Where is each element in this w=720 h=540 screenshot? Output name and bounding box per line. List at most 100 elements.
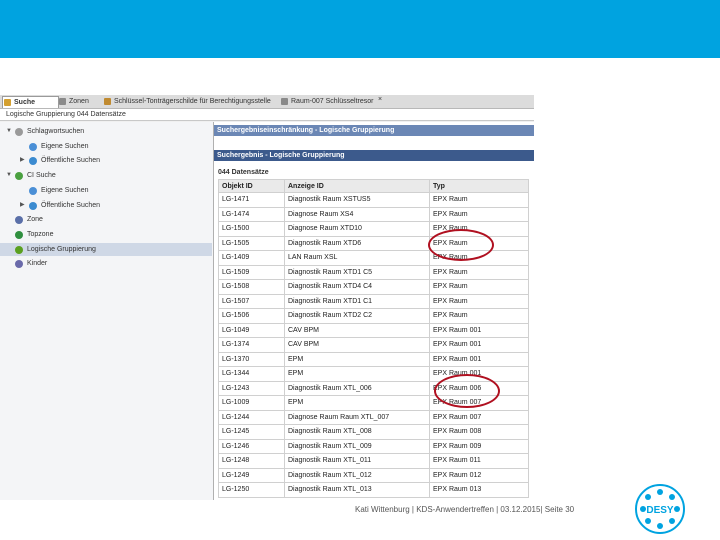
table-cell: EPX Raum 011 [429, 453, 529, 469]
tree-item[interactable]: ▼ CI Suche [0, 169, 212, 182]
table-cell: EPX Raum [429, 206, 529, 222]
highlight-circle [428, 229, 494, 261]
tree-item[interactable]: Eigene Suchen [0, 140, 212, 153]
header-band [0, 0, 720, 58]
tree-item-label: Logische Gruppierung [27, 245, 96, 253]
filter-header[interactable]: Suchergebniseinschränkung - Logische Gru… [214, 125, 534, 136]
table-cell: EPX Raum 009 [429, 438, 529, 454]
table-cell: LG-1370 [218, 351, 285, 367]
column-header[interactable]: Anzeige ID [284, 179, 430, 193]
table-row[interactable]: LG-1246 Diagnostik Raum XTL_009 EPX Raum 0… [218, 438, 529, 454]
table-row[interactable]: LG-1509 Diagnostik Raum XTD1 C5 EPX Raum [218, 264, 529, 280]
tree-item-label: Öffentliche Suchen [41, 201, 101, 209]
close-tab-icon[interactable]: × [378, 96, 382, 103]
tree-item-label: Kinder [27, 260, 48, 268]
table-cell: CAV BPM [284, 337, 430, 353]
table-cell: EPX Raum [429, 264, 529, 280]
table-cell: LG-1009 [218, 395, 285, 411]
table-row[interactable]: LG-1250 Diagnostik Raum XTL_013 EPX Raum 0… [218, 482, 529, 498]
tab-bar: Suche Zonen Schlüssel-Tonträgerschilde f… [0, 95, 534, 109]
table-cell: Diagnostik Raum XSTUS5 [284, 192, 430, 208]
tab-label: Zonen [69, 98, 89, 105]
tree-item[interactable]: ▼ Schlagwortsuchen [0, 125, 212, 138]
table-cell: LG-1049 [218, 322, 285, 338]
tree-node-icon [15, 245, 23, 254]
table-cell: LG-1471 [218, 192, 285, 208]
tree-item[interactable]: ▶ Öffentliche Suchen [0, 199, 212, 212]
record-count: 044 Datensätze [218, 169, 269, 176]
breadcrumb: Logische Gruppierung 044 Datensätze [0, 109, 534, 121]
table-cell: LG-1248 [218, 453, 285, 469]
tab-schluessel[interactable]: Schlüssel-Tonträgerschilde für Berechtig… [103, 96, 284, 107]
table-cell: LAN Raum XSL [284, 250, 430, 266]
table-cell: LG-1246 [218, 438, 285, 454]
tree-item-label: Eigene Suchen [41, 186, 89, 194]
expand-right-icon[interactable]: ▶ [20, 154, 25, 167]
table-cell: EPX Raum [429, 279, 529, 295]
results-table: Objekt ID Anzeige ID Typ LG-1471 Diagnost… [218, 179, 529, 498]
table-row[interactable]: LG-1244 Diagnose Raum Raum XTL_007 EPX Rau… [218, 409, 529, 425]
column-header[interactable]: Objekt ID [218, 179, 285, 193]
table-row[interactable]: LG-1474 Diagnose Raum XS4 EPX Raum [218, 206, 529, 222]
table-row[interactable]: LG-1248 Diagnostik Raum XTL_011 EPX Raum 0… [218, 453, 529, 469]
table-row[interactable]: LG-1507 Diagnostik Raum XTD1 C1 EPX Raum [218, 293, 529, 309]
table-row[interactable]: LG-1374 CAV BPM EPX Raum 001 [218, 337, 529, 353]
tree-item[interactable]: Kinder [0, 257, 212, 270]
table-cell: Diagnostik Raum XTL_013 [284, 482, 430, 498]
tree-node-icon [29, 186, 37, 195]
table-cell: LG-1505 [218, 235, 285, 251]
column-header[interactable]: Typ [429, 179, 529, 193]
table-cell: LG-1250 [218, 482, 285, 498]
tree-item[interactable]: Zone [0, 213, 212, 226]
room-icon [281, 98, 288, 105]
table-cell: CAV BPM [284, 322, 430, 338]
table-cell: Diagnostik Raum XTD4 C4 [284, 279, 430, 295]
expand-down-icon[interactable]: ▼ [6, 169, 12, 182]
tree-item[interactable]: ▶ Öffentliche Suchen [0, 154, 212, 167]
table-row[interactable]: LG-1471 Diagnostik Raum XSTUS5 EPX Raum [218, 192, 529, 208]
tab-label: Schlüssel-Tonträgerschilde für Berechtig… [114, 98, 271, 105]
table-cell: LG-1409 [218, 250, 285, 266]
table-cell: EPX Raum 007 [429, 409, 529, 425]
table-cell: Diagnostik Raum XTD2 C2 [284, 308, 430, 324]
tree-node-icon [29, 142, 37, 151]
tree-item-label: Öffentliche Suchen [41, 157, 101, 165]
table-cell: LG-1508 [218, 279, 285, 295]
table-row[interactable]: LG-1508 Diagnostik Raum XTD4 C4 EPX Raum [218, 279, 529, 295]
table-cell: LG-1245 [218, 424, 285, 440]
tab-suche[interactable]: Suche [2, 96, 59, 108]
tree-item[interactable]: Logische Gruppierung [0, 242, 212, 256]
table-cell: Diagnostik Raum XTL_006 [284, 380, 430, 396]
slide-footer: Kati Wittenburg | KDS-Anwendertreffen | … [355, 505, 575, 514]
tree-item[interactable]: Eigene Suchen [0, 184, 212, 197]
tree-item-label: Topzone [27, 230, 54, 238]
expand-down-icon[interactable]: ▼ [6, 125, 12, 138]
tab-zonen[interactable]: Zonen [58, 96, 109, 107]
table-cell: EPX Raum [429, 293, 529, 309]
results-panel: Suchergebniseinschränkung - Logische Gru… [214, 122, 534, 500]
tree-node-icon [15, 260, 23, 269]
table-cell: EPX Raum 008 [429, 424, 529, 440]
table-row[interactable]: LG-1370 EPM EPX Raum 001 [218, 351, 529, 367]
tree-item[interactable]: Topzone [0, 228, 212, 241]
tab-raum[interactable]: Raum-007 Schlüsseltresor [280, 96, 391, 107]
table-cell: Diagnose Raum XS4 [284, 206, 430, 222]
table-row[interactable]: LG-1049 CAV BPM EPX Raum 001 [218, 322, 529, 338]
table-cell: LG-1344 [218, 366, 285, 382]
tree-item-label: CI Suche [27, 172, 56, 180]
table-row[interactable]: LG-1506 Diagnostik Raum XTD2 C2 EPX Raum [218, 308, 529, 324]
tree-item-label: Schlagwortsuchen [27, 128, 85, 135]
expand-right-icon[interactable]: ▶ [20, 199, 25, 212]
results-header: Suchergebnis - Logische Gruppierung [214, 150, 534, 161]
table-row[interactable]: LG-1249 Diagnostik Raum XTL_012 EPX Raum 0… [218, 467, 529, 483]
table-cell: LG-1474 [218, 206, 285, 222]
table-cell: LG-1374 [218, 337, 285, 353]
tree-node-icon [15, 172, 23, 181]
tree-node-icon [29, 157, 37, 166]
table-cell: EPM [284, 395, 430, 411]
table-cell: EPX Raum [429, 308, 529, 324]
table-cell: EPX Raum [429, 192, 529, 208]
table-row[interactable]: LG-1245 Diagnostik Raum XTL_008 EPX Raum 0… [218, 424, 529, 440]
highlight-circle [434, 374, 500, 408]
table-cell: EPX Raum 001 [429, 322, 529, 338]
